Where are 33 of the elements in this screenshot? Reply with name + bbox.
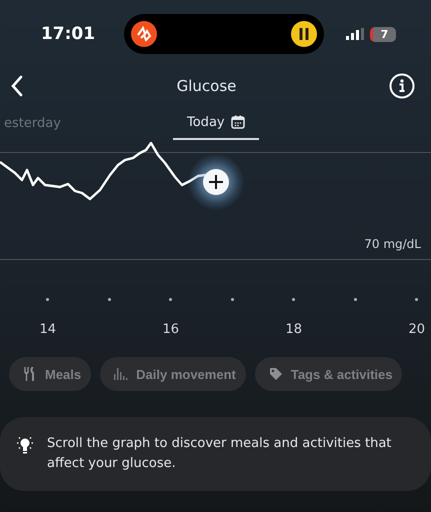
filter-chip[interactable]: Meals	[9, 357, 92, 391]
axis-label: 20	[408, 322, 426, 337]
signal-icon	[346, 28, 364, 40]
tick-dot	[415, 298, 418, 301]
tick-dot	[46, 298, 50, 301]
clock-time: 17:01	[40, 24, 96, 44]
tick-dot	[108, 298, 111, 301]
page-title: Glucose	[176, 77, 236, 95]
lightbulb-icon	[17, 436, 33, 454]
pause-icon[interactable]	[291, 21, 317, 47]
tick-dot	[230, 298, 234, 301]
plus-icon	[209, 175, 223, 189]
fork-knife-icon	[23, 367, 37, 381]
tag-icon	[268, 367, 283, 381]
add-button[interactable]	[203, 169, 229, 195]
battery-level: 7	[370, 26, 396, 42]
activity-app-icon[interactable]	[131, 21, 157, 47]
axis-label: 14	[39, 322, 56, 337]
date-tab[interactable]: Today	[173, 106, 259, 140]
tick-dot	[169, 298, 172, 301]
axis-label: 18	[285, 322, 302, 337]
tick-dot	[292, 298, 296, 301]
filter-chip[interactable]: Daily movement	[100, 357, 246, 391]
tip-text: Scroll the graph to discover meals and activities that affect your glucose.	[47, 435, 392, 473]
reference-label: 70 mg/dL	[364, 237, 421, 251]
info-icon[interactable]	[388, 73, 415, 99]
filter-chip[interactable]: Tags & activities	[254, 357, 402, 391]
bar-chart-icon	[114, 368, 128, 380]
date-tab[interactable]: esterday	[0, 106, 75, 140]
tick-dot	[354, 298, 357, 301]
back-icon[interactable]	[10, 75, 24, 97]
axis-label: 16	[162, 322, 180, 337]
calendar-icon	[230, 115, 245, 129]
